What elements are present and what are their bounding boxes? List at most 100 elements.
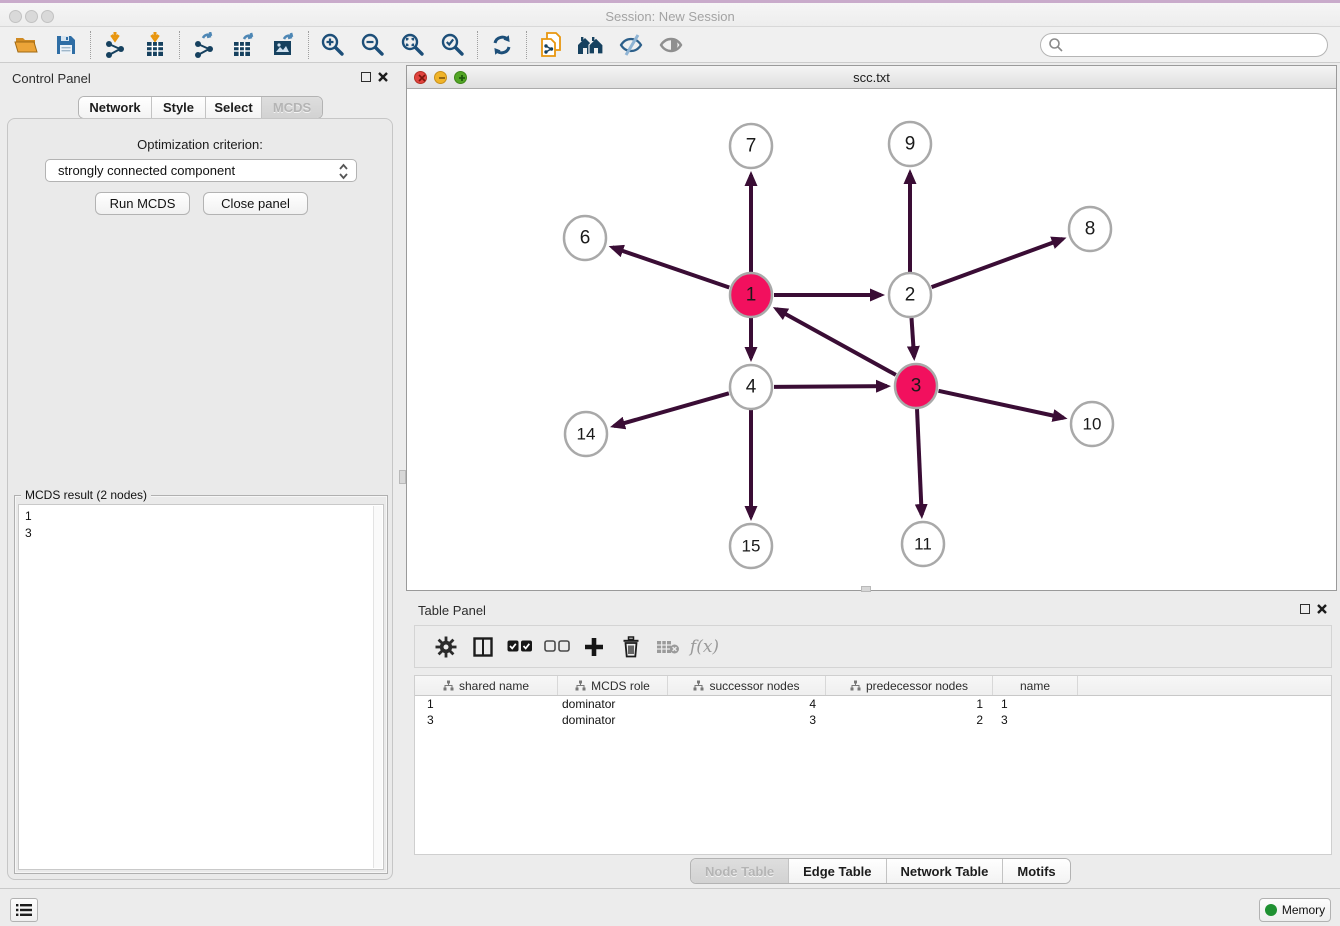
vertical-split-handle[interactable] (399, 470, 406, 484)
graph-node-label-6: 6 (580, 228, 591, 249)
graph-edge-4-3[interactable] (774, 386, 887, 387)
tab-edge-table[interactable]: Edge Table (789, 859, 886, 883)
graph-node-label-14: 14 (577, 425, 596, 444)
table-row[interactable]: 1 dominator 4 1 1 (415, 696, 1331, 712)
import-table-icon[interactable] (135, 29, 175, 61)
add-column-icon[interactable] (575, 629, 612, 665)
toolbar-separator (526, 31, 527, 59)
tab-select[interactable]: Select (206, 97, 262, 118)
network-view-window: scc.txt 7968124314101511 (406, 65, 1337, 591)
column-header-shared-name[interactable]: shared name (415, 676, 558, 695)
graph-edge-3-11[interactable] (917, 409, 922, 515)
graph-node-label-2: 2 (905, 285, 916, 306)
mcds-result-text[interactable]: 1 3 (18, 504, 384, 870)
network-canvas[interactable]: 7968124314101511 (407, 89, 1336, 590)
column-header-name[interactable]: name (993, 676, 1078, 695)
graph-edge-1-6[interactable] (612, 247, 729, 287)
column-layout-icon[interactable] (464, 629, 501, 665)
titlebar: Session: New Session (0, 0, 1340, 27)
graph-edge-2-8[interactable] (932, 239, 1063, 287)
zoom-in-icon[interactable] (313, 29, 353, 61)
tab-motifs[interactable]: Motifs (1003, 859, 1069, 883)
hierarchy-icon (443, 680, 454, 691)
zoom-selected-icon[interactable] (433, 29, 473, 61)
mcds-result-box: MCDS result (2 nodes) 1 3 (14, 495, 388, 874)
table-toolbar: f(x) (414, 625, 1332, 668)
hierarchy-icon (693, 680, 704, 691)
export-network-icon[interactable] (184, 29, 224, 61)
run-mcds-button[interactable]: Run MCDS (95, 192, 190, 215)
close-panel-button[interactable]: Close panel (203, 192, 308, 215)
select-all-columns-icon[interactable] (501, 629, 538, 665)
graph-node-label-10: 10 (1083, 415, 1102, 434)
graph-edge-3-1[interactable] (776, 309, 895, 375)
criterion-value: strongly connected component (58, 163, 235, 178)
status-bar: Memory (0, 888, 1340, 926)
node-table: shared name MCDS role successor nodes pr… (414, 675, 1332, 855)
clone-view-icon[interactable] (531, 29, 571, 61)
float-panel-icon[interactable] (1300, 604, 1310, 614)
unselect-all-columns-icon[interactable] (538, 629, 575, 665)
table-row[interactable]: 3 dominator 3 2 3 (415, 712, 1331, 728)
toggle-graphics-details-icon[interactable] (611, 29, 651, 61)
graph-node-label-11: 11 (914, 535, 932, 554)
graph-node-label-4: 4 (746, 377, 757, 398)
column-header-successor-nodes[interactable]: successor nodes (668, 676, 826, 695)
column-header-mcds-role[interactable]: MCDS role (558, 676, 668, 695)
close-panel-icon[interactable] (1316, 603, 1328, 615)
function-builder-icon[interactable]: f(x) (686, 629, 723, 665)
graph-node-label-9: 9 (905, 134, 916, 155)
optimization-criterion-label: Optimization criterion: (8, 137, 392, 152)
float-panel-icon[interactable] (361, 72, 371, 82)
show-hide-eye-icon[interactable] (651, 29, 691, 61)
export-table-icon[interactable] (224, 29, 264, 61)
search-input[interactable] (1040, 33, 1328, 57)
open-file-icon[interactable] (6, 29, 46, 61)
table-tabs: Node Table Edge Table Network Table Moti… (690, 858, 1071, 884)
memory-button[interactable]: Memory (1259, 898, 1331, 922)
graph-edge-3-10[interactable] (938, 391, 1063, 418)
result-scrollbar[interactable] (373, 506, 382, 868)
network-window-title: scc.txt (407, 70, 1336, 85)
graph-edge-2-3[interactable] (912, 318, 915, 357)
graph-node-label-7: 7 (746, 136, 757, 157)
toolbar-separator (90, 31, 91, 59)
import-network-icon[interactable] (95, 29, 135, 61)
search-icon (1048, 37, 1064, 53)
export-image-icon[interactable] (264, 29, 304, 61)
tab-node-table[interactable]: Node Table (691, 859, 789, 883)
tab-mcds[interactable]: MCDS (262, 97, 322, 118)
column-header-predecessor-nodes[interactable]: predecessor nodes (826, 676, 993, 695)
zoom-fit-icon[interactable] (393, 29, 433, 61)
horizontal-split-handle[interactable] (861, 586, 871, 592)
table-panel: Table Panel (406, 595, 1340, 888)
gear-icon[interactable] (427, 629, 464, 665)
table-header-row: shared name MCDS role successor nodes pr… (415, 676, 1331, 696)
control-panel-tabs: Network Style Select MCDS (78, 96, 323, 119)
fx-label: f(x) (690, 637, 719, 657)
network-window-titlebar: scc.txt (407, 66, 1336, 89)
save-session-icon[interactable] (46, 29, 86, 61)
close-panel-icon[interactable] (377, 71, 389, 83)
zoom-out-icon[interactable] (353, 29, 393, 61)
graph-node-label-15: 15 (742, 537, 761, 556)
result-line: 3 (25, 525, 383, 542)
hierarchy-icon (850, 680, 861, 691)
show-panels-button[interactable] (10, 898, 38, 922)
tab-network-table[interactable]: Network Table (887, 859, 1004, 883)
toolbar-separator (308, 31, 309, 59)
memory-label: Memory (1282, 903, 1325, 917)
tab-style[interactable]: Style (152, 97, 206, 118)
mcds-panel-body: Optimization criterion: strongly connect… (7, 118, 393, 880)
tab-network[interactable]: Network (79, 97, 152, 118)
mcds-result-title: MCDS result (2 nodes) (21, 488, 151, 502)
delete-table-icon[interactable] (649, 629, 686, 665)
graph-edge-4-14[interactable] (614, 393, 729, 426)
criterion-select[interactable]: strongly connected component (45, 159, 357, 182)
app-window: Session: New Session (0, 0, 1340, 926)
memory-status-icon (1265, 904, 1277, 916)
delete-column-icon[interactable] (612, 629, 649, 665)
home-layouts-icon[interactable] (571, 29, 611, 61)
refresh-view-icon[interactable] (482, 29, 522, 61)
table-panel-header: Table Panel (406, 595, 1340, 625)
